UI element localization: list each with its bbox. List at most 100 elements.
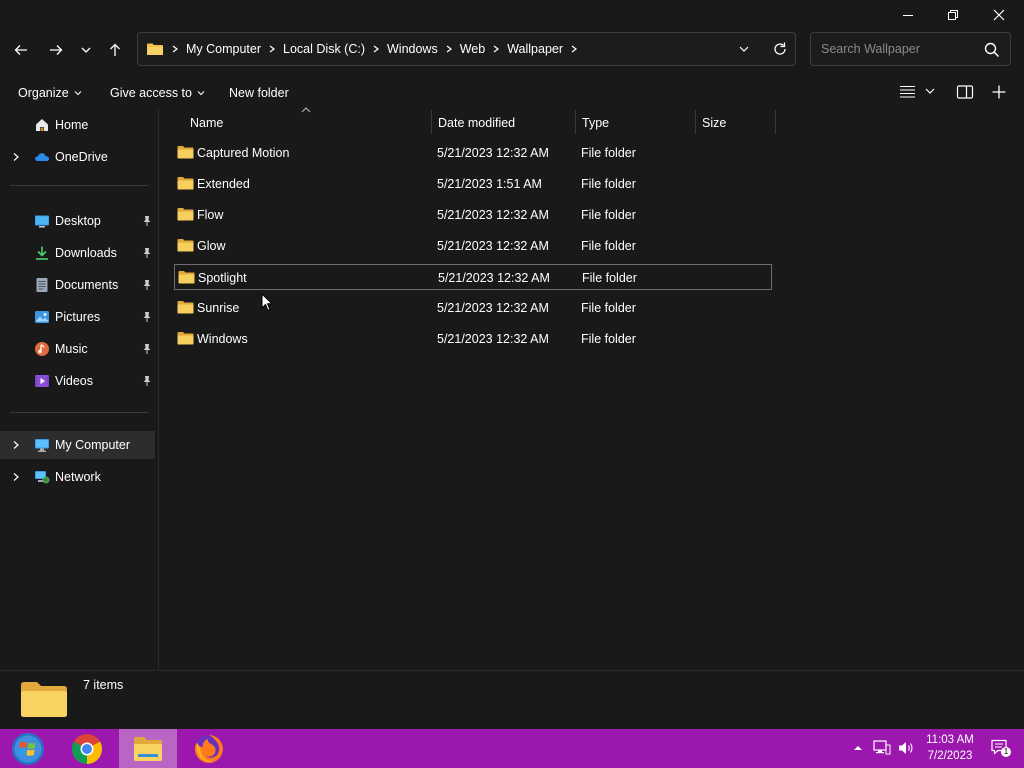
restore-icon (948, 10, 958, 20)
column-header-name[interactable]: Name (190, 113, 223, 133)
plus-icon (992, 85, 1006, 99)
view-options-button[interactable] (899, 84, 937, 98)
sidebar-item-pictures[interactable]: Pictures (0, 303, 155, 331)
new-tab-button[interactable] (991, 84, 1007, 100)
breadcrumb-web[interactable]: Web (456, 42, 489, 56)
file-date: 5/21/2023 12:32 AM (437, 301, 549, 315)
file-date: 5/21/2023 12:32 AM (438, 271, 550, 285)
sidebar-item-label: Home (55, 118, 89, 132)
item-count: 7 items (83, 678, 124, 692)
give-access-menu[interactable]: Give access to (110, 82, 206, 104)
preview-pane-button[interactable] (956, 84, 974, 100)
chevron-right-icon (168, 44, 182, 54)
pane-splitter[interactable] (158, 108, 159, 670)
pin-icon[interactable] (142, 247, 152, 259)
network-status-icon[interactable] (873, 739, 891, 757)
folder-icon (177, 145, 194, 159)
navigation-pane: Home OneDrive Desktop Downloads Document… (0, 108, 158, 668)
sidebar-item-videos[interactable]: Videos (0, 367, 155, 395)
breadcrumb-local-disk[interactable]: Local Disk (C:) (279, 42, 369, 56)
chevron-right-icon (567, 44, 581, 54)
sidebar-item-my-computer[interactable]: My Computer (0, 431, 155, 459)
sidebar-item-label: Pictures (55, 310, 101, 324)
taskbar-clock[interactable]: 11:03 AM 7/2/2023 (920, 732, 980, 764)
firefox-icon (194, 734, 223, 763)
show-hidden-icons-button[interactable] (852, 743, 864, 753)
sidebar-item-label: Network (55, 470, 101, 484)
sidebar-item-downloads[interactable]: Downloads (0, 239, 155, 267)
sidebar-item-label: Videos (55, 374, 93, 388)
refresh-button[interactable] (772, 41, 788, 57)
folder-icon (177, 176, 194, 190)
table-row[interactable]: Glow 5/21/2023 12:32 AM File folder (174, 233, 772, 259)
search-input[interactable] (819, 41, 983, 57)
new-folder-button[interactable]: New folder (229, 82, 289, 104)
breadcrumb-wallpaper[interactable]: Wallpaper (503, 42, 567, 56)
forward-button[interactable] (42, 36, 70, 64)
taskbar-firefox[interactable] (180, 729, 238, 768)
preview-pane-icon (956, 85, 974, 99)
chevron-down-icon (81, 47, 91, 53)
column-divider[interactable] (431, 110, 432, 134)
search-box[interactable] (810, 32, 1011, 66)
file-date: 5/21/2023 12:32 AM (437, 239, 549, 253)
sidebar-item-label: OneDrive (55, 150, 108, 164)
pin-icon[interactable] (142, 343, 152, 355)
file-type: File folder (581, 146, 636, 160)
table-row[interactable]: Windows 5/21/2023 12:32 AM File folder (174, 326, 772, 352)
column-header-date-modified[interactable]: Date modified (438, 113, 515, 133)
column-header-size[interactable]: Size (702, 113, 726, 133)
sidebar-item-label: Desktop (55, 214, 101, 228)
nav-divider (10, 185, 148, 186)
file-name: Glow (197, 239, 226, 253)
sidebar-item-onedrive[interactable]: OneDrive (0, 143, 155, 171)
back-arrow-icon (14, 45, 27, 55)
sidebar-item-documents[interactable]: Documents (0, 271, 155, 299)
sidebar-item-home[interactable]: Home (0, 111, 155, 139)
mouse-cursor (261, 293, 273, 312)
taskbar-chrome[interactable] (58, 729, 116, 768)
breadcrumb-my-computer[interactable]: My Computer (182, 42, 265, 56)
clock-date: 7/2/2023 (927, 750, 973, 762)
sidebar-item-label: Music (55, 342, 88, 356)
pin-icon[interactable] (142, 375, 152, 387)
address-history-button[interactable] (738, 43, 750, 55)
file-date: 5/21/2023 12:32 AM (437, 332, 549, 346)
organize-menu[interactable]: Organize (18, 82, 83, 104)
up-button[interactable] (101, 36, 129, 64)
start-button[interactable] (0, 729, 55, 768)
folder-icon (178, 270, 195, 284)
view-list-icon (900, 86, 915, 98)
column-divider[interactable] (695, 110, 696, 134)
column-divider[interactable] (575, 110, 576, 134)
folder-large-icon (20, 680, 68, 718)
sidebar-item-desktop[interactable]: Desktop (0, 207, 155, 235)
breadcrumb-windows[interactable]: Windows (383, 42, 442, 56)
documents-icon (34, 277, 50, 293)
table-row[interactable]: Flow 5/21/2023 12:32 AM File folder (174, 202, 772, 228)
restore-button[interactable] (930, 0, 976, 30)
recent-locations-button[interactable] (72, 36, 100, 64)
close-button[interactable] (976, 0, 1022, 30)
chevron-right-icon[interactable] (11, 472, 21, 482)
pin-icon[interactable] (142, 279, 152, 291)
chevron-right-icon[interactable] (11, 440, 21, 450)
folder-icon (177, 331, 194, 345)
back-button[interactable] (7, 36, 35, 64)
table-row[interactable]: Captured Motion 5/21/2023 12:32 AM File … (174, 140, 772, 166)
search-icon[interactable] (984, 42, 1000, 58)
column-divider[interactable] (775, 110, 776, 134)
sidebar-item-music[interactable]: Music (0, 335, 155, 363)
pin-icon[interactable] (142, 311, 152, 323)
notification-center-button[interactable]: 1 (990, 738, 1012, 758)
pin-icon[interactable] (142, 215, 152, 227)
address-bar[interactable]: My Computer Local Disk (C:) Windows Web … (137, 32, 796, 66)
taskbar-file-explorer[interactable] (119, 729, 177, 768)
table-row[interactable]: Extended 5/21/2023 1:51 AM File folder (174, 171, 772, 197)
column-header-type[interactable]: Type (582, 113, 609, 133)
volume-icon[interactable] (897, 739, 915, 757)
table-row[interactable]: Spotlight 5/21/2023 12:32 AM File folder (174, 264, 772, 290)
chevron-right-icon[interactable] (11, 152, 21, 162)
sidebar-item-network[interactable]: Network (0, 463, 155, 491)
minimize-button[interactable] (885, 0, 931, 30)
